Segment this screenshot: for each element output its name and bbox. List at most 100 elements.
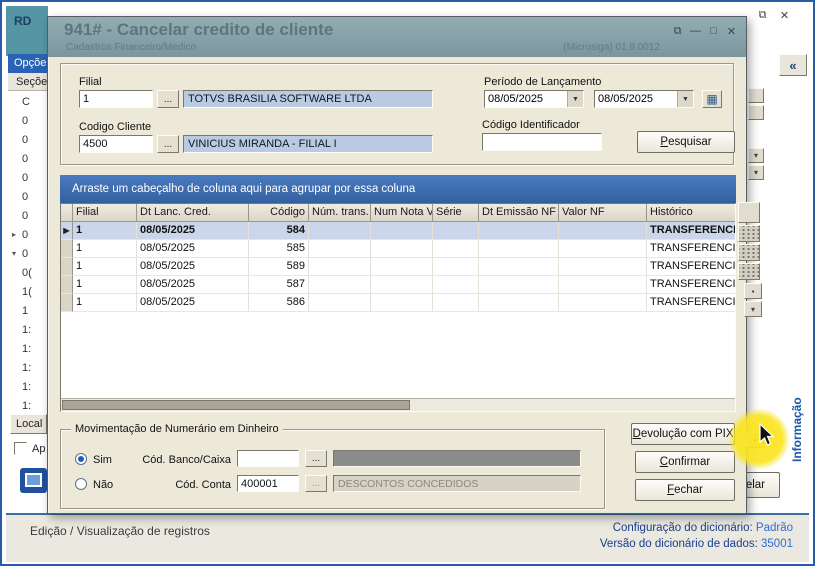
grid-cell[interactable] bbox=[433, 258, 479, 276]
conta-input[interactable]: 400001 bbox=[237, 475, 299, 492]
grid-groupby-bar[interactable]: Arraste um cabeçalho de coluna aqui para… bbox=[60, 175, 736, 203]
grid-row[interactable]: ▶ 1 08/05/2025 584 TRANSFERENCIA bbox=[61, 222, 735, 240]
rail-button[interactable] bbox=[738, 202, 760, 223]
grid-cell[interactable] bbox=[559, 258, 647, 276]
nao-radio[interactable] bbox=[75, 478, 87, 490]
grid-row[interactable]: 1 08/05/2025 587 TRANSFERENCIA bbox=[61, 276, 735, 294]
local-button[interactable]: Local bbox=[10, 414, 47, 434]
window-restore-button[interactable]: ⧉ bbox=[754, 8, 771, 23]
rail-button[interactable] bbox=[748, 105, 764, 120]
tree-item[interactable]: 0 bbox=[8, 149, 47, 168]
grid-cell[interactable] bbox=[479, 258, 559, 276]
grid-header-cell[interactable]: Dt Emissão NF bbox=[479, 204, 559, 222]
grid-cell[interactable]: 1 bbox=[73, 258, 137, 276]
tree-item[interactable]: ▸ 0 bbox=[8, 225, 47, 244]
grid-cell[interactable] bbox=[371, 276, 433, 294]
grid-header-cell[interactable]: Código bbox=[249, 204, 309, 222]
grid-cell[interactable]: 08/05/2025 bbox=[137, 294, 249, 312]
tree-item[interactable]: 0 bbox=[8, 206, 47, 225]
tree-item[interactable]: 1: bbox=[8, 358, 47, 377]
sim-radio[interactable] bbox=[75, 453, 87, 465]
grid-cell[interactable] bbox=[433, 222, 479, 240]
grid-row[interactable]: 1 08/05/2025 586 TRANSFERENCIA bbox=[61, 294, 735, 312]
splitter-handle[interactable] bbox=[738, 244, 760, 261]
grid-header-cell[interactable]: Núm. trans. bbox=[309, 204, 371, 222]
grid-cell[interactable]: 586 bbox=[249, 294, 309, 312]
grid-cell[interactable]: TRANSFERENCIA bbox=[647, 294, 735, 312]
grid-cell[interactable] bbox=[479, 294, 559, 312]
grid-header-cell[interactable]: Num Nota V bbox=[371, 204, 433, 222]
grid-cell[interactable]: 08/05/2025 bbox=[137, 276, 249, 294]
grid-cell[interactable]: 1 bbox=[73, 240, 137, 258]
grid-cell[interactable]: TRANSFERENCIA bbox=[647, 222, 735, 240]
grid-cell[interactable]: 587 bbox=[249, 276, 309, 294]
grid-cell[interactable]: 08/05/2025 bbox=[137, 222, 249, 240]
dropdown-arrow-icon[interactable]: ▼ bbox=[567, 91, 583, 107]
grid-cell[interactable]: TRANSFERENCIA bbox=[647, 258, 735, 276]
tree-item[interactable]: 1( bbox=[8, 282, 47, 301]
window-close-button[interactable]: ✕ bbox=[776, 8, 793, 23]
grid-cell[interactable] bbox=[433, 276, 479, 294]
scroll-down-button[interactable]: ▾ bbox=[746, 432, 764, 448]
tree-item[interactable]: 0 bbox=[8, 111, 47, 130]
tree-item[interactable]: 1 bbox=[8, 301, 47, 320]
grid-header-cell[interactable] bbox=[61, 204, 73, 222]
tree-item[interactable]: C bbox=[8, 92, 47, 111]
grid-cell[interactable]: 08/05/2025 bbox=[137, 240, 249, 258]
sim-radio-label[interactable]: Sim bbox=[93, 454, 112, 466]
grid-cell[interactable] bbox=[559, 276, 647, 294]
close-icon[interactable]: ✕ bbox=[725, 24, 738, 38]
rail-button[interactable] bbox=[748, 88, 764, 103]
dropdown-arrow-icon[interactable]: ▼ bbox=[677, 91, 693, 107]
maximize-icon[interactable]: □ bbox=[707, 24, 720, 38]
grid-cell[interactable]: 1 bbox=[73, 222, 137, 240]
grid-cell[interactable]: 1 bbox=[73, 294, 137, 312]
application-icon[interactable] bbox=[20, 468, 47, 493]
grid-header-cell[interactable]: Filial bbox=[73, 204, 137, 222]
fechar-button[interactable]: Fechar bbox=[635, 479, 735, 501]
dict-config-value[interactable]: Padrão bbox=[756, 522, 793, 534]
grid-row[interactable]: 1 08/05/2025 589 TRANSFERENCIA bbox=[61, 258, 735, 276]
scrollbar-thumb[interactable] bbox=[62, 400, 410, 410]
filial-browse-button[interactable]: ... bbox=[157, 90, 179, 108]
grid-cell[interactable] bbox=[479, 276, 559, 294]
grid-cell[interactable] bbox=[479, 222, 559, 240]
tree-item[interactable]: 1: bbox=[8, 377, 47, 396]
tree-item[interactable]: ▾ 0 bbox=[8, 244, 47, 263]
tree-item[interactable]: 1: bbox=[8, 320, 47, 339]
tab-secoes[interactable]: Seções bbox=[8, 73, 48, 91]
tree-item[interactable]: 0 bbox=[8, 168, 47, 187]
grid-header-cell[interactable]: Histórico bbox=[647, 204, 735, 222]
grid-cell[interactable] bbox=[371, 258, 433, 276]
grid-cell[interactable] bbox=[559, 222, 647, 240]
grid-header-cell[interactable]: Valor NF bbox=[559, 204, 647, 222]
tree-item[interactable]: 0 bbox=[8, 187, 47, 206]
grid-cell[interactable]: 08/05/2025 bbox=[137, 258, 249, 276]
grid-cell[interactable] bbox=[371, 294, 433, 312]
scroll-down-button[interactable]: ▾ bbox=[748, 165, 764, 180]
grid-cell[interactable]: 589 bbox=[249, 258, 309, 276]
minimize-icon[interactable]: — bbox=[689, 24, 702, 38]
tab-opcoes[interactable]: Opções bbox=[8, 54, 48, 73]
identificador-input[interactable] bbox=[482, 133, 602, 151]
grid-cell[interactable] bbox=[371, 240, 433, 258]
splitter-handle[interactable] bbox=[738, 263, 760, 280]
grid-row[interactable]: 1 08/05/2025 585 TRANSFERENCIA bbox=[61, 240, 735, 258]
nao-radio-label[interactable]: Não bbox=[93, 479, 113, 491]
dialog-titlebar[interactable]: 941# - Cancelar credito de cliente Cadas… bbox=[48, 17, 746, 57]
devolucao-pix-button[interactable]: Devolução com PIX bbox=[631, 423, 735, 445]
grid-cell[interactable] bbox=[559, 294, 647, 312]
grid-cell[interactable] bbox=[559, 240, 647, 258]
tree-item[interactable]: 0( bbox=[8, 263, 47, 282]
grid-cell[interactable] bbox=[433, 240, 479, 258]
horizontal-scrollbar[interactable] bbox=[61, 398, 735, 411]
filial-input[interactable]: 1 bbox=[79, 90, 153, 108]
grid-cell[interactable] bbox=[309, 240, 371, 258]
grid-cell[interactable] bbox=[309, 222, 371, 240]
grid-header-cell[interactable]: Série bbox=[433, 204, 479, 222]
dict-version-value[interactable]: 35001 bbox=[761, 538, 793, 550]
periodo-to-select[interactable]: 08/05/2025 ▼ bbox=[594, 90, 694, 108]
approve-checkbox[interactable] bbox=[14, 442, 27, 455]
banco-input[interactable] bbox=[237, 450, 299, 467]
splitter-handle[interactable] bbox=[738, 225, 760, 242]
